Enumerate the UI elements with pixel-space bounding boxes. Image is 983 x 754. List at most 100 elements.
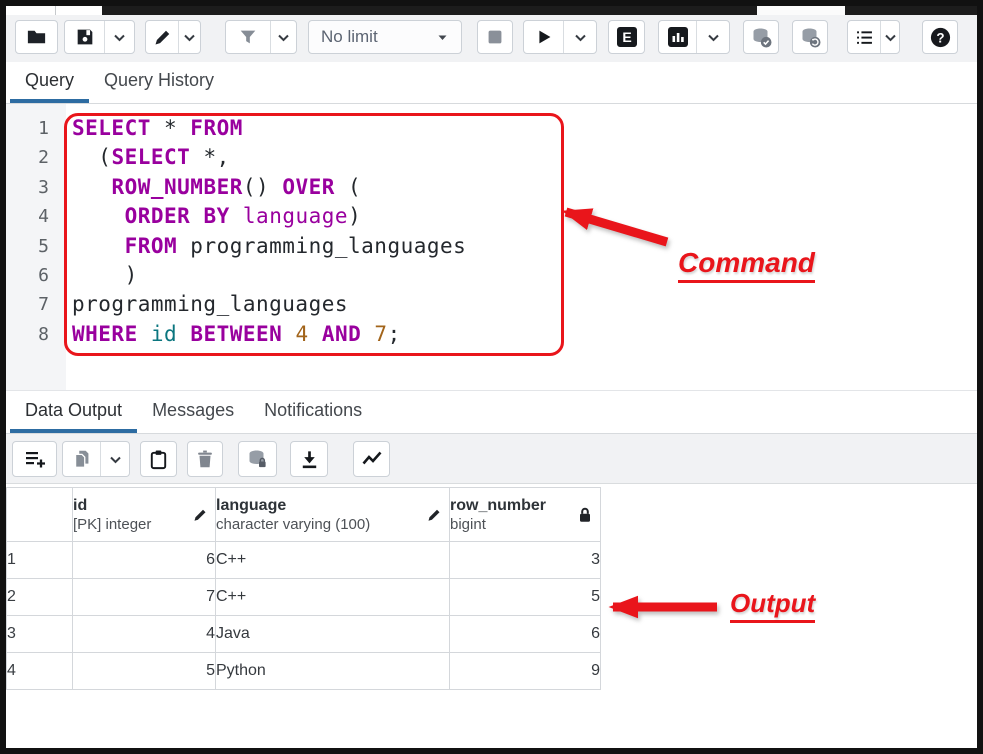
open-file-icon <box>25 26 48 49</box>
data-cell-id[interactable]: 7 <box>73 579 216 616</box>
sql-line[interactable]: ORDER BY language) <box>72 202 977 231</box>
table-row: 16C++3 <box>7 542 601 579</box>
tab-messages-label: Messages <box>152 400 234 421</box>
sql-token <box>72 175 111 199</box>
column-header-row-number[interactable]: row_number bigint <box>450 488 601 542</box>
pencil-edit-icon <box>426 507 442 523</box>
row-limit-select[interactable]: No limit <box>308 20 462 54</box>
save-data-changes-button[interactable] <box>238 441 277 477</box>
sql-token: ; <box>388 322 401 346</box>
lock-icon <box>577 506 593 523</box>
help-icon: ? <box>929 26 952 49</box>
stop-button[interactable] <box>477 20 513 54</box>
data-cell-id[interactable]: 6 <box>73 542 216 579</box>
execute-button[interactable] <box>524 21 563 53</box>
sql-token <box>190 204 203 228</box>
download-csv-button[interactable] <box>290 441 328 477</box>
add-row-icon <box>23 447 47 471</box>
explain-analyze-icon <box>666 25 690 49</box>
execute-options-button[interactable] <box>563 21 596 53</box>
sql-token: BY <box>203 204 229 228</box>
tab-messages[interactable]: Messages <box>137 391 249 433</box>
filter-button[interactable] <box>226 21 270 53</box>
editor-code[interactable]: SELECT * FROM (SELECT *, ROW_NUMBER() OV… <box>66 104 977 390</box>
tab-strip-fragment <box>6 6 102 15</box>
column-name: language <box>216 496 449 515</box>
copy-button-group <box>62 441 130 477</box>
chevron-down-icon <box>109 453 122 466</box>
sql-line[interactable]: WHERE id BETWEEN 4 AND 7; <box>72 320 977 349</box>
data-cell-row_number[interactable]: 6 <box>450 616 601 653</box>
chevron-down-icon <box>277 31 290 44</box>
sql-line[interactable]: (SELECT *, <box>72 143 977 172</box>
tab-query-history[interactable]: Query History <box>89 62 229 103</box>
sql-token: 4 <box>296 322 309 346</box>
copy-options-button[interactable] <box>100 442 129 476</box>
sql-token: FROM <box>190 116 243 140</box>
tab-notifications-label: Notifications <box>264 400 362 421</box>
output-tabbar: Data Output Messages Notifications <box>6 390 977 434</box>
explain-options-button[interactable] <box>696 21 729 53</box>
sql-line[interactable]: FROM programming_languages <box>72 232 977 261</box>
row-number-cell[interactable]: 3 <box>7 616 73 653</box>
results-header-row: id [PK] integer language character varyi… <box>7 488 601 542</box>
paste-button[interactable] <box>140 441 177 477</box>
sql-line[interactable]: SELECT * FROM <box>72 114 977 143</box>
rollback-button[interactable] <box>792 20 828 54</box>
data-cell-language[interactable]: Python <box>216 653 450 690</box>
open-file-button[interactable] <box>15 20 58 54</box>
save-options-button[interactable] <box>104 21 134 53</box>
sql-line[interactable]: ROW_NUMBER() OVER ( <box>72 173 977 202</box>
chevron-down-icon <box>707 31 720 44</box>
sql-token <box>309 322 322 346</box>
filter-options-button[interactable] <box>270 21 296 53</box>
command-annotation: Command <box>678 247 815 283</box>
browser-tab-strip <box>6 6 977 15</box>
delete-row-button[interactable] <box>187 441 223 477</box>
sql-token: ORDER <box>125 204 191 228</box>
explain-button[interactable]: E <box>608 20 645 54</box>
row-number-cell[interactable]: 4 <box>7 653 73 690</box>
data-cell-language[interactable]: C++ <box>216 542 450 579</box>
data-cell-row_number[interactable]: 3 <box>450 542 601 579</box>
svg-text:?: ? <box>936 30 944 45</box>
sql-editor[interactable]: 12345678 SELECT * FROM (SELECT *, ROW_NU… <box>6 104 977 390</box>
tab-data-output[interactable]: Data Output <box>10 391 137 433</box>
data-cell-id[interactable]: 4 <box>73 616 216 653</box>
help-button[interactable]: ? <box>922 20 958 54</box>
row-number-cell[interactable]: 1 <box>7 542 73 579</box>
data-cell-language[interactable]: Java <box>216 616 450 653</box>
sql-line[interactable]: ) <box>72 261 977 290</box>
data-cell-id[interactable]: 5 <box>73 653 216 690</box>
table-row: 34Java6 <box>7 616 601 653</box>
chevron-down-icon <box>436 31 449 44</box>
macros-button[interactable] <box>847 20 900 54</box>
data-cell-row_number[interactable]: 9 <box>450 653 601 690</box>
sql-token: ) <box>348 204 361 228</box>
tab-notifications[interactable]: Notifications <box>249 391 377 433</box>
copy-icon <box>71 448 93 470</box>
column-header-id[interactable]: id [PK] integer <box>73 488 216 542</box>
data-cell-row_number[interactable]: 5 <box>450 579 601 616</box>
line-number: 3 <box>6 173 49 202</box>
row-number-cell[interactable]: 2 <box>7 579 73 616</box>
explain-analyze-button[interactable] <box>659 21 696 53</box>
copy-button[interactable] <box>63 442 100 476</box>
sql-token: programming_languages <box>72 292 348 316</box>
save-button[interactable] <box>65 21 104 53</box>
column-header-language[interactable]: language character varying (100) <box>216 488 450 542</box>
data-cell-language[interactable]: C++ <box>216 579 450 616</box>
select-all-corner[interactable] <box>7 488 73 542</box>
edit-options-button[interactable] <box>178 21 200 53</box>
macros-chevron-part <box>880 21 899 53</box>
commit-button[interactable] <box>743 20 779 54</box>
output-annotation: Output <box>730 588 815 623</box>
line-number: 6 <box>6 261 49 290</box>
tab-query[interactable]: Query <box>10 62 89 103</box>
sql-line[interactable]: programming_languages <box>72 290 977 319</box>
tab-data-output-label: Data Output <box>25 400 122 421</box>
table-row: 45Python9 <box>7 653 601 690</box>
add-row-button[interactable] <box>12 441 57 477</box>
graph-visualiser-button[interactable] <box>353 441 390 477</box>
edit-button[interactable] <box>146 21 178 53</box>
